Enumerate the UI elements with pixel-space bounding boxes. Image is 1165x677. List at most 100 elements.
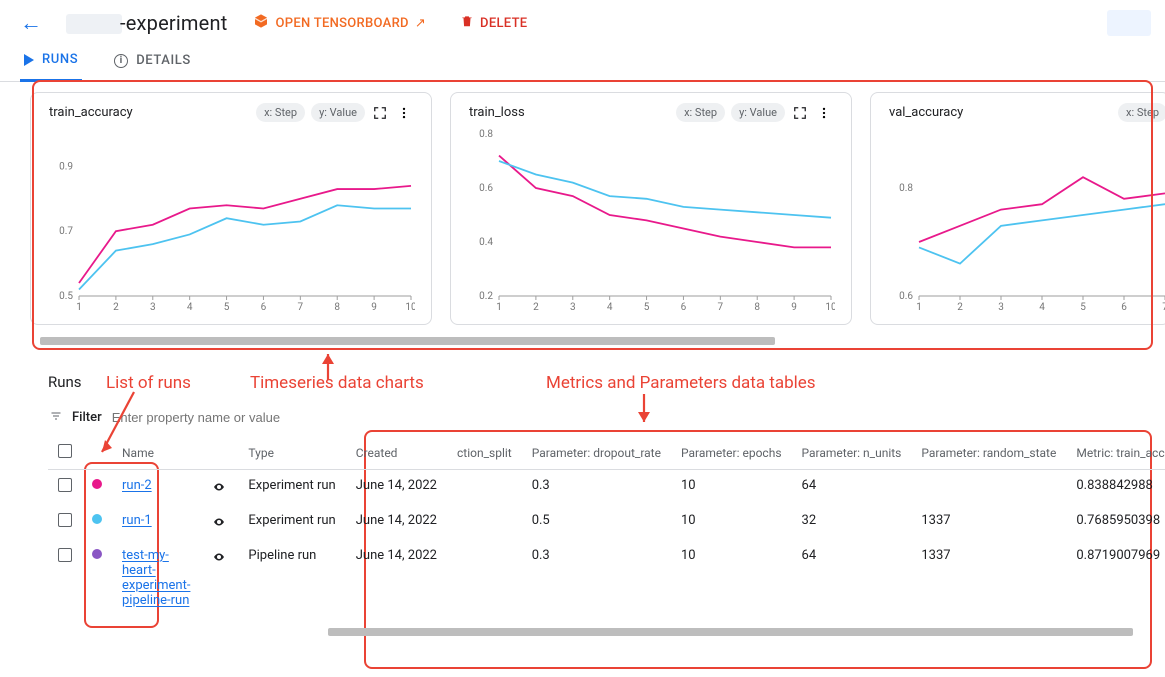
run-color-icon — [92, 479, 102, 489]
run-name-link[interactable]: run-1 — [122, 513, 152, 528]
table-scrollbar[interactable] — [328, 628, 1133, 636]
column-header[interactable]: ction_split — [447, 436, 522, 470]
pill-x[interactable]: x: Step — [676, 103, 725, 122]
run-name-link[interactable]: run-2 — [122, 478, 152, 493]
charts-scrollbar[interactable] — [40, 337, 775, 345]
pill-x[interactable]: x: Step — [256, 103, 305, 122]
filter-input[interactable] — [110, 409, 370, 426]
svg-text:4: 4 — [607, 302, 613, 313]
cell: 1337 — [911, 540, 1066, 616]
fullscreen-icon[interactable] — [791, 104, 809, 122]
svg-text:8: 8 — [334, 302, 340, 313]
svg-text:0.2: 0.2 — [479, 291, 493, 302]
chart-title: val_accuracy — [889, 105, 1112, 120]
pill-y[interactable]: y: Value — [311, 103, 365, 122]
header-right-placeholder — [1107, 10, 1151, 36]
svg-text:3: 3 — [998, 302, 1004, 313]
svg-text:2: 2 — [533, 302, 539, 313]
column-header[interactable]: Metric: train_accuracy — [1066, 436, 1165, 470]
back-arrow-icon[interactable]: ← — [14, 4, 48, 42]
svg-text:5: 5 — [1080, 302, 1086, 313]
table-row: run-1 Experiment run June 14, 2022 0.5 1… — [48, 505, 1165, 540]
column-header[interactable]: Type — [238, 436, 345, 470]
cell: 10 — [671, 540, 792, 616]
svg-text:5: 5 — [224, 302, 230, 313]
tensorboard-icon — [253, 13, 269, 33]
row-checkbox[interactable] — [58, 548, 72, 562]
chart-card-train-accuracy: train_accuracy x: Step y: Value 0.50.70.… — [30, 92, 432, 325]
svg-text:0.8: 0.8 — [479, 129, 493, 140]
cell: Pipeline run — [238, 540, 345, 616]
cell: 10 — [671, 505, 792, 540]
svg-text:7: 7 — [718, 302, 724, 313]
svg-text:9: 9 — [371, 302, 377, 313]
svg-text:0.8: 0.8 — [899, 183, 913, 194]
cell: June 14, 2022 — [346, 505, 447, 540]
svg-text:3: 3 — [150, 302, 156, 313]
filter-bar: Filter — [48, 409, 1143, 426]
run-name-link[interactable]: test-my-heart-experiment-pipeline-run — [122, 548, 190, 608]
svg-text:6: 6 — [1121, 302, 1127, 313]
cell: 0.8719007969 — [1066, 540, 1165, 616]
tab-runs[interactable]: RUNS — [20, 42, 82, 82]
run-color-icon — [92, 549, 102, 559]
cell: June 14, 2022 — [346, 470, 447, 506]
redacted-name — [66, 14, 122, 34]
column-header[interactable]: Parameter: epochs — [671, 436, 792, 470]
cell: 32 — [792, 505, 912, 540]
cell — [447, 540, 522, 616]
eye-icon[interactable] — [210, 478, 228, 496]
svg-text:1: 1 — [76, 302, 82, 313]
cell: 64 — [792, 540, 912, 616]
cell: 1337 — [911, 505, 1066, 540]
open-tensorboard-button[interactable]: OPEN TENSORBOARD ↗ — [245, 7, 434, 39]
svg-text:2: 2 — [113, 302, 119, 313]
chart-title: train_accuracy — [49, 105, 250, 120]
cell: 0.3 — [522, 470, 671, 506]
column-header[interactable]: Created — [346, 436, 447, 470]
svg-text:3: 3 — [570, 302, 576, 313]
filter-label: Filter — [72, 410, 102, 425]
svg-text:6: 6 — [681, 302, 687, 313]
svg-text:0.7: 0.7 — [59, 226, 73, 237]
table-row: test-my-heart-experiment-pipeline-run Pi… — [48, 540, 1165, 616]
fullscreen-icon[interactable] — [371, 104, 389, 122]
open-tensorboard-label: OPEN TENSORBOARD — [275, 16, 408, 31]
play-icon — [24, 54, 34, 66]
cell: June 14, 2022 — [346, 540, 447, 616]
svg-text:4: 4 — [1039, 302, 1045, 313]
runs-section-title: Runs — [48, 373, 1143, 391]
pill-x[interactable]: x: Step — [1118, 103, 1165, 122]
column-header[interactable]: Parameter: random_state — [911, 436, 1066, 470]
row-checkbox[interactable] — [58, 478, 72, 492]
eye-icon[interactable] — [210, 548, 228, 566]
delete-label: DELETE — [480, 16, 527, 31]
column-header[interactable]: Name — [112, 436, 200, 470]
cell: 0.5 — [522, 505, 671, 540]
charts-row: train_accuracy x: Step y: Value 0.50.70.… — [0, 82, 1165, 333]
select-all-checkbox[interactable] — [58, 444, 72, 458]
svg-text:0.6: 0.6 — [899, 291, 913, 302]
tab-details[interactable]: i DETAILS — [110, 42, 195, 81]
cell: 10 — [671, 470, 792, 506]
cell: Experiment run — [238, 470, 345, 506]
svg-text:2: 2 — [957, 302, 963, 313]
external-link-icon: ↗ — [415, 16, 426, 31]
delete-button[interactable]: DELETE — [452, 8, 535, 38]
row-checkbox[interactable] — [58, 513, 72, 527]
cell — [911, 470, 1066, 506]
more-vert-icon[interactable] — [395, 104, 413, 122]
column-header[interactable]: Parameter: n_units — [792, 436, 912, 470]
chart-card-train-loss: train_loss x: Step y: Value 0.20.40.60.8… — [450, 92, 852, 325]
svg-text:0.6: 0.6 — [479, 183, 493, 194]
svg-text:9: 9 — [791, 302, 797, 313]
filter-icon[interactable] — [48, 410, 64, 426]
svg-text:5: 5 — [644, 302, 650, 313]
more-vert-icon[interactable] — [815, 104, 833, 122]
pill-y[interactable]: y: Value — [731, 103, 785, 122]
eye-icon[interactable] — [210, 513, 228, 531]
cell: 0.7685950398 — [1066, 505, 1165, 540]
svg-text:10: 10 — [405, 302, 415, 313]
runs-table: Name TypeCreatedction_splitParameter: dro… — [48, 436, 1165, 616]
column-header[interactable]: Parameter: dropout_rate — [522, 436, 671, 470]
